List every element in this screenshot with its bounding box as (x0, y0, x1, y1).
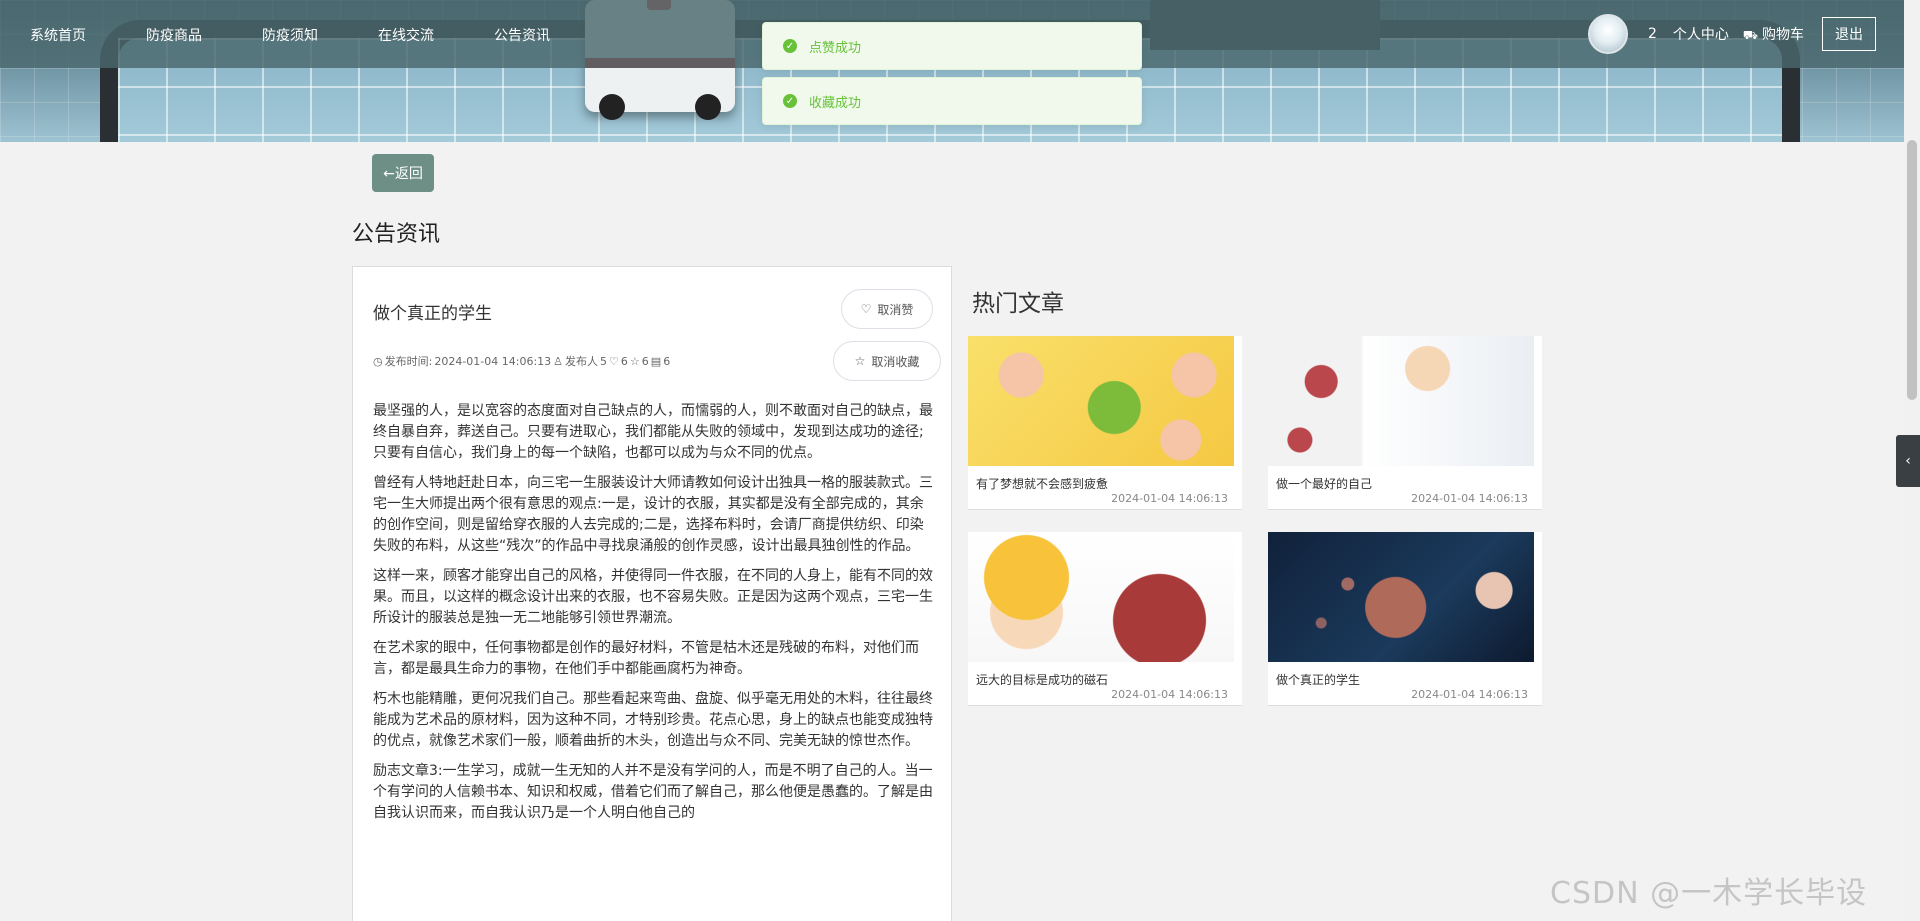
watermark: CSDN @一木学长毕设 (1550, 876, 1868, 911)
back-button[interactable]: ←返回 (372, 154, 434, 192)
nav-home[interactable]: 系统首页 (30, 0, 86, 68)
article-thumbnail (1268, 532, 1534, 662)
hot-article-card[interactable]: 做一个最好的自己 2024-01-04 14:06:13 (1268, 336, 1542, 510)
toast-like-success: ✓ 点赞成功 (762, 22, 1142, 70)
nav-forum[interactable]: 在线交流 (378, 0, 434, 68)
cart-link[interactable]: ⛟ 购物车 (1743, 24, 1804, 44)
publisher: 5 (600, 354, 608, 368)
toast-message: 点赞成功 (809, 40, 862, 56)
star-icon: ☆ (854, 354, 866, 368)
toast-favorite-success: ✓ 收藏成功 (762, 77, 1142, 125)
user-area: 2 个人中心 ⛟ 购物车 退出 (1588, 0, 1877, 68)
toast-message: 收藏成功 (809, 95, 862, 111)
article-paragraph: 最坚强的人，是以宽容的态度面对自己缺点的人，而懦弱的人，则不敢面对自己的缺点，最… (373, 403, 933, 461)
article-caption: 有了梦想就不会感到疲惫 (976, 477, 1109, 491)
article-time: 2024-01-04 14:06:13 (1111, 492, 1228, 505)
unlike-button[interactable]: ♡ 取消赞 (841, 289, 933, 329)
hot-article-card[interactable]: 远大的目标是成功的磁石 2024-01-04 14:06:13 (968, 532, 1242, 706)
unfavorite-button[interactable]: ☆ 取消收藏 (833, 341, 941, 381)
article-paragraph: 朽木也能精雕，更何况我们自己。那些看起来弯曲、盘旋、似乎毫无用处的木料，往往最终… (373, 691, 933, 749)
article-content: 最坚强的人，是以宽容的态度面对自己缺点的人，而懦弱的人，则不敢面对自己的缺点，最… (373, 401, 933, 833)
comment-icon: ▤ (650, 354, 662, 368)
article-paragraph: 励志文章3:一生学习，成就一生无知的人并不是没有学问的人，而是不明了自己的人。当… (373, 763, 933, 821)
hot-article-card[interactable]: 做个真正的学生 2024-01-04 14:06:13 (1268, 532, 1542, 706)
publish-time: 2024-01-04 14:06:13 (434, 354, 552, 368)
article-caption: 做一个最好的自己 (1276, 477, 1373, 491)
logout-button[interactable]: 退出 (1822, 17, 1877, 51)
user-icon: ♙ (553, 354, 564, 368)
nav-products[interactable]: 防疫商品 (146, 0, 202, 68)
comment-count: 6 (663, 354, 671, 368)
chevron-left-icon: ‹ (1905, 453, 1911, 469)
article-caption: 远大的目标是成功的磁石 (976, 673, 1109, 687)
user-badge-count: 2 (1648, 26, 1657, 42)
publisher-label: 发布人 (565, 355, 599, 368)
unlike-label: 取消赞 (877, 302, 914, 317)
article-thumbnail (968, 532, 1234, 662)
article-meta: ◷ 发布时间: 2024-01-04 14:06:13 ♙ 发布人 5 ♡ 6 … (373, 353, 670, 369)
article-paragraph: 在艺术家的眼中，任何事物都是创作的最好材料，不管是枯木还是残破的布料，对他们而言… (373, 640, 919, 677)
article-thumbnail (968, 336, 1234, 466)
cart-icon: ⛟ (1742, 28, 1759, 42)
article-caption: 做个真正的学生 (1276, 673, 1361, 687)
article-time: 2024-01-04 14:06:13 (1411, 492, 1528, 505)
heart-icon: ♡ (860, 302, 872, 316)
article-time: 2024-01-04 14:06:13 (1111, 688, 1228, 701)
hot-articles-title: 热门文章 (972, 291, 1064, 317)
page-title: 公告资讯 (352, 222, 441, 247)
hot-article-card[interactable]: 有了梦想就不会感到疲惫 2024-01-04 14:06:13 (968, 336, 1242, 510)
unfavorite-label: 取消收藏 (871, 354, 920, 369)
scrollbar-thumb[interactable] (1907, 140, 1917, 400)
article-thumbnail (1268, 336, 1534, 466)
star-icon: ☆ (629, 354, 640, 368)
article-title: 做个真正的学生 (373, 304, 492, 324)
article-paragraph: 曾经有人特地赶赴日本，向三宅一生服装设计大师请教如何设计出独具一格的服装款式。三… (373, 475, 933, 554)
article-time: 2024-01-04 14:06:13 (1411, 688, 1528, 701)
like-count: 6 (620, 354, 628, 368)
success-check-icon: ✓ (783, 39, 797, 53)
article-panel: 做个真正的学生 ♡ 取消赞 ☆ 取消收藏 ◷ 发布时间: 2024-01-04 … (352, 266, 952, 921)
like-icon: ♡ (609, 354, 619, 368)
cart-label: 购物车 (1762, 27, 1805, 43)
article-paragraph: 这样一来，顾客才能穿出自己的风格，并使得同一件衣服，在不同的人身上，能有不同的效… (373, 568, 933, 626)
success-check-icon: ✓ (783, 94, 797, 108)
favorite-count: 6 (641, 354, 649, 368)
personal-center-link[interactable]: 个人中心 (1673, 24, 1729, 44)
avatar[interactable] (1588, 14, 1628, 54)
publish-time-label: 发布时间: (384, 355, 433, 368)
nav-announcements[interactable]: 公告资讯 (494, 0, 550, 68)
clock-icon: ◷ (373, 354, 383, 368)
nav-guidelines[interactable]: 防疫须知 (262, 0, 318, 68)
side-panel-toggle[interactable]: ‹ (1896, 435, 1920, 487)
